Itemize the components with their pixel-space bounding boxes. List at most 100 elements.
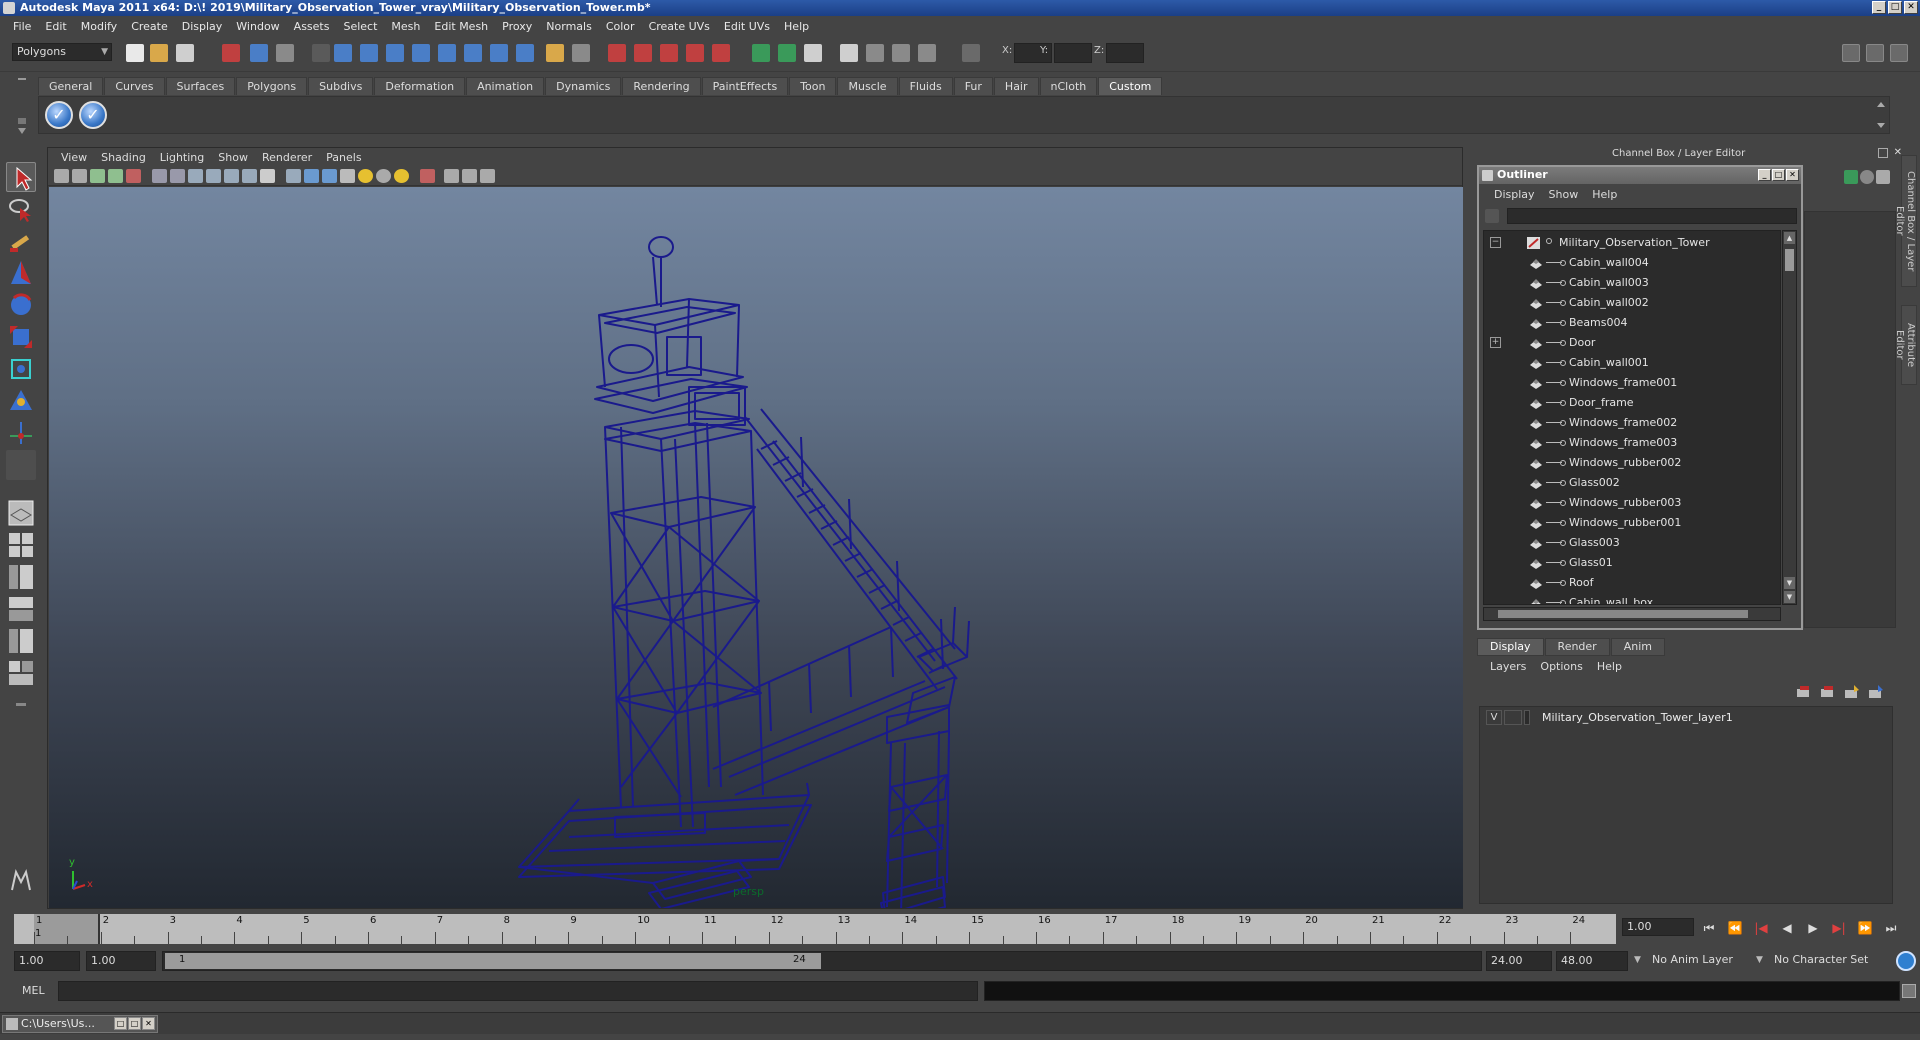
field-chart-icon[interactable] bbox=[224, 169, 239, 183]
panel-menu-lighting[interactable]: Lighting bbox=[153, 151, 211, 164]
step-back-key-button[interactable]: ⏪ bbox=[1724, 919, 1746, 937]
outliner-item-row[interactable]: Windows_frame002 bbox=[1484, 413, 1780, 433]
move-layer-down-icon[interactable] bbox=[1867, 684, 1885, 700]
outliner-item-row[interactable]: Cabin_wall004 bbox=[1484, 253, 1780, 273]
scroll-down-icon[interactable]: ▼ bbox=[1784, 577, 1795, 589]
menu-create-uvs[interactable]: Create UVs bbox=[642, 20, 717, 33]
highlight-selection-icon[interactable] bbox=[572, 44, 590, 62]
animation-start-field[interactable]: 1.00 bbox=[14, 951, 80, 971]
snap-grid-icon[interactable] bbox=[608, 44, 626, 62]
viewport-scene[interactable]: persp y x bbox=[49, 187, 1463, 908]
make-live-icon[interactable] bbox=[712, 44, 730, 62]
ipr-render-icon[interactable] bbox=[892, 44, 910, 62]
render-view-icon[interactable] bbox=[840, 44, 858, 62]
range-handle[interactable]: 1 24 bbox=[165, 953, 821, 969]
render-settings-icon[interactable] bbox=[918, 44, 936, 62]
select-dynamics-icon[interactable] bbox=[464, 44, 482, 62]
resolution-gate-icon[interactable] bbox=[188, 169, 203, 183]
construction-history-icon[interactable] bbox=[804, 44, 822, 62]
open-scene-icon[interactable] bbox=[150, 44, 168, 62]
shelf-menu-icon[interactable] bbox=[14, 74, 30, 138]
image-plane-icon[interactable] bbox=[108, 169, 123, 183]
range-bar[interactable]: 1 24 bbox=[162, 951, 1482, 971]
outliner-item-row[interactable]: Glass003 bbox=[1484, 533, 1780, 553]
go-to-start-button[interactable]: ⏮ bbox=[1698, 919, 1720, 937]
outliner-horizontal-scrollbar[interactable] bbox=[1483, 607, 1781, 621]
outliner-item-row[interactable]: Windows_rubber001 bbox=[1484, 513, 1780, 533]
scroll-thumb[interactable] bbox=[1785, 249, 1794, 271]
close-button[interactable]: ✕ bbox=[142, 1017, 155, 1030]
y-input[interactable] bbox=[1054, 43, 1092, 63]
menu-help[interactable]: Help bbox=[777, 20, 816, 33]
outliner-item-row[interactable]: Glass01 bbox=[1484, 553, 1780, 573]
outliner-menu-display[interactable]: Display bbox=[1487, 188, 1542, 201]
smooth-shade-icon[interactable] bbox=[304, 169, 319, 183]
close-button[interactable]: ✕ bbox=[1904, 1, 1918, 14]
scale-tool-icon[interactable] bbox=[6, 322, 36, 352]
outliner-item-row[interactable]: Windows_rubber003 bbox=[1484, 493, 1780, 513]
menu-assets[interactable]: Assets bbox=[287, 20, 337, 33]
new-layer-selected-icon[interactable] bbox=[1819, 684, 1837, 700]
scroll-down-icon[interactable]: ▼ bbox=[1784, 591, 1795, 603]
shelf-tab-toon[interactable]: Toon bbox=[789, 77, 837, 95]
new-scene-icon[interactable] bbox=[126, 44, 144, 62]
edit-icon[interactable] bbox=[1876, 170, 1890, 184]
outliner-item-row[interactable]: Cabin_wall003 bbox=[1484, 273, 1780, 293]
time-slider-track[interactable]: 1 1 2 3 4 5 6 7 8 9 10 11 12 13 14 15 16 17 18 19 20 21 22 23 2… bbox=[14, 914, 1616, 944]
select-handles-icon[interactable] bbox=[334, 44, 352, 62]
shelf-tab-ncloth[interactable]: nCloth bbox=[1039, 77, 1098, 95]
shelf-tab-custom[interactable]: Custom bbox=[1098, 77, 1163, 95]
anim-layer-dropdown[interactable]: ▼ No Anim Layer bbox=[1634, 951, 1752, 971]
shelf-tab-fur[interactable]: Fur bbox=[953, 77, 993, 95]
last-tool-icon[interactable] bbox=[6, 450, 36, 480]
outliner-search-input[interactable] bbox=[1507, 208, 1797, 224]
select-joints-icon[interactable] bbox=[360, 44, 378, 62]
select-component-icon[interactable] bbox=[276, 44, 294, 62]
expand-icon[interactable]: + bbox=[1490, 337, 1501, 348]
minimized-window-item[interactable]: C:\Users\Us... □ □ ✕ bbox=[2, 1015, 158, 1033]
outliner-menu-show[interactable]: Show bbox=[1542, 188, 1586, 201]
shelf-tab-animation[interactable]: Animation bbox=[466, 77, 545, 95]
outliner-item-row[interactable]: + Door bbox=[1484, 333, 1780, 353]
menu-color[interactable]: Color bbox=[599, 20, 642, 33]
outliner-menu-help[interactable]: Help bbox=[1585, 188, 1624, 201]
menu-edit-mesh[interactable]: Edit Mesh bbox=[427, 20, 495, 33]
shelf-scroll-icon[interactable] bbox=[1875, 99, 1887, 131]
collapse-icon[interactable]: − bbox=[1490, 237, 1501, 248]
animation-end-field[interactable]: 48.00 bbox=[1556, 951, 1628, 971]
menu-modify[interactable]: Modify bbox=[74, 20, 124, 33]
panel-menu-panels[interactable]: Panels bbox=[319, 151, 368, 164]
minimize-button[interactable]: _ bbox=[1872, 1, 1886, 14]
select-hierarchy-icon[interactable] bbox=[222, 44, 240, 62]
shelf-tab-curves[interactable]: Curves bbox=[104, 77, 165, 95]
channel-box-toggle-icon[interactable] bbox=[1890, 44, 1908, 62]
outliner-item-row[interactable]: Cabin_wall_box bbox=[1484, 593, 1780, 604]
outliner-item-row[interactable]: Windows_frame003 bbox=[1484, 433, 1780, 453]
shelf-tab-muscle[interactable]: Muscle bbox=[837, 77, 898, 95]
shelf-tab-surfaces[interactable]: Surfaces bbox=[165, 77, 236, 95]
single-pane-layout-icon[interactable] bbox=[6, 498, 36, 528]
transform-input-icon[interactable] bbox=[962, 44, 980, 62]
menu-display[interactable]: Display bbox=[175, 20, 230, 33]
outliner-item-row[interactable]: Windows_frame001 bbox=[1484, 373, 1780, 393]
outliner-graph-layout-icon[interactable] bbox=[6, 658, 36, 688]
layer-color-swatch[interactable] bbox=[1524, 710, 1530, 725]
show-manipulator-icon[interactable] bbox=[6, 418, 36, 448]
film-gate-icon[interactable] bbox=[170, 169, 185, 183]
panel-menu-renderer[interactable]: Renderer bbox=[255, 151, 319, 164]
outliner-persp-layout-icon[interactable] bbox=[6, 562, 36, 592]
shelf-tab-hair[interactable]: Hair bbox=[993, 77, 1039, 95]
xray-components-icon[interactable] bbox=[480, 169, 495, 183]
output-ops-icon[interactable] bbox=[778, 44, 796, 62]
float-panel-icon[interactable] bbox=[1878, 148, 1888, 158]
outliner-list[interactable]: − Military_Observation_Tower Cabin_wall0… bbox=[1483, 230, 1781, 605]
layer-tab-display[interactable]: Display bbox=[1477, 638, 1544, 656]
toolbox-more-icon[interactable] bbox=[6, 690, 36, 720]
new-layer-icon[interactable] bbox=[1795, 684, 1813, 700]
maximize-button[interactable]: □ bbox=[1888, 1, 1902, 14]
playback-start-field[interactable]: 1.00 bbox=[86, 951, 156, 971]
universal-manipulator-icon[interactable] bbox=[6, 354, 36, 384]
side-tab-attribute-editor[interactable]: Attribute Editor bbox=[1894, 305, 1917, 385]
layer-tab-render[interactable]: Render bbox=[1544, 638, 1610, 656]
panel-menu-show[interactable]: Show bbox=[211, 151, 255, 164]
